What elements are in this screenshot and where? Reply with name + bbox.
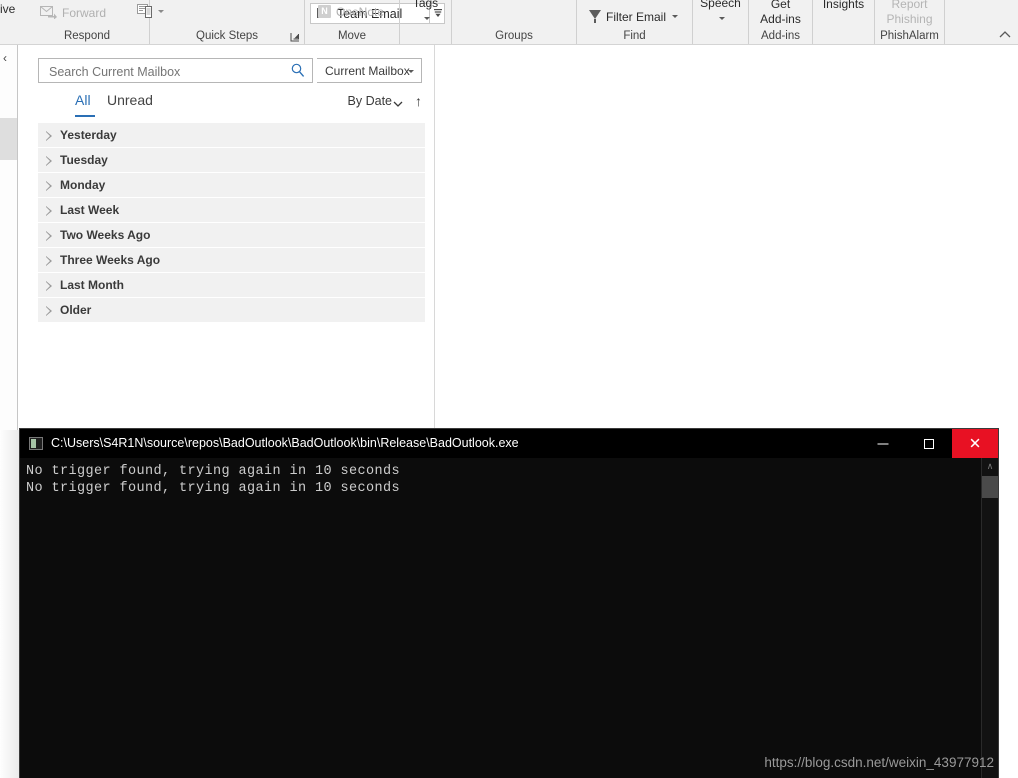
expand-triangle-inner-icon: [46, 257, 50, 265]
console-scrollbar-thumb[interactable]: [982, 476, 998, 498]
ribbon-group-move: N OneNote Move: [305, 0, 400, 44]
console-app-icon: [29, 437, 43, 450]
console-output-text: No trigger found, trying again in 10 sec…: [26, 464, 401, 496]
collapse-ribbon-icon[interactable]: [998, 28, 1012, 42]
console-title-text: C:\Users\S4R1N\source\repos\BadOutlook\B…: [51, 436, 519, 450]
search-input[interactable]: [47, 59, 281, 84]
date-group-label: Tuesday: [60, 153, 108, 167]
expand-triangle-inner-icon: [46, 282, 50, 290]
expand-triangle-inner-icon: [46, 182, 50, 190]
console-window: C:\Users\S4R1N\source\repos\BadOutlook\B…: [20, 429, 998, 778]
search-scope-caret-icon[interactable]: [408, 70, 414, 73]
folder-pane-vertical-tab[interactable]: [0, 118, 17, 160]
ribbon-group-find: Filter Email Find: [577, 0, 693, 44]
date-group-label: Older: [60, 303, 92, 317]
ribbon-group-respond: Forward Respond: [25, 0, 164, 44]
reading-pane: [436, 45, 1018, 430]
forward-icon: [40, 6, 57, 19]
date-group-row[interactable]: Older: [38, 298, 425, 323]
filter-email-funnel-stem-icon: [594, 19, 596, 23]
get-addins-button-line2[interactable]: Add-ins: [749, 12, 812, 27]
sort-caret-icon[interactable]: [393, 101, 403, 108]
ribbon-group-label-phishalarm: PhishAlarm: [880, 30, 939, 42]
close-icon: ✕: [968, 434, 982, 452]
forward-button-label[interactable]: Forward: [62, 6, 106, 20]
ribbon-group-insights: Insights: [813, 0, 875, 44]
message-list-pane: Current Mailbox All Unread By Date ↑ Yes…: [19, 45, 435, 430]
get-addins-button-line1[interactable]: Get: [749, 0, 812, 12]
ribbon-group-label-quick-steps: Quick Steps: [196, 30, 258, 42]
search-scope-label: Current Mailbox: [325, 64, 410, 78]
insights-button-label[interactable]: Insights: [813, 0, 874, 12]
filter-tab-all[interactable]: All: [75, 92, 91, 108]
maximize-icon: [924, 438, 934, 449]
maximize-button[interactable]: [906, 429, 952, 458]
expand-folder-pane-icon[interactable]: ‹: [3, 52, 7, 64]
minimize-icon: [877, 443, 889, 444]
filter-tab-unread[interactable]: Unread: [107, 92, 153, 108]
date-group-row[interactable]: Tuesday: [38, 148, 425, 173]
filter-email-caret-icon[interactable]: [672, 15, 678, 18]
ribbon-group-speech: Speech: [693, 0, 749, 44]
date-group-row[interactable]: Last Month: [38, 273, 425, 298]
report-phishing-button-line2[interactable]: Phishing: [875, 12, 944, 27]
desktop-background-strip: [0, 430, 20, 778]
ribbon-group-label-move: Move: [337, 30, 367, 42]
message-filter-row: All Unread By Date ↑: [38, 92, 424, 118]
expand-triangle-inner-icon: [46, 132, 50, 140]
date-group-row[interactable]: Last Week: [38, 198, 425, 223]
date-group-row[interactable]: Two Weeks Ago: [38, 223, 425, 248]
speech-button-label[interactable]: Speech: [693, 0, 748, 11]
filter-email-funnel-icon: [589, 10, 601, 19]
ribbon-group-addins: Get Add-ins Add-ins: [749, 0, 813, 44]
expand-triangle-inner-icon: [46, 232, 50, 240]
filter-tab-active-underline: [75, 115, 95, 117]
date-group-row[interactable]: Monday: [38, 173, 425, 198]
onenote-icon: N: [318, 5, 331, 18]
ribbon-group-groups: Groups: [452, 0, 577, 44]
expand-triangle-inner-icon: [46, 207, 50, 215]
archive-button-clipped[interactable]: ive: [0, 2, 15, 16]
speech-caret-icon[interactable]: [719, 17, 725, 20]
date-group-row[interactable]: Yesterday: [38, 123, 425, 148]
ribbon-group-phishalarm: Report Phishing PhishAlarm: [875, 0, 945, 44]
console-title-bar[interactable]: C:\Users\S4R1N\source\repos\BadOutlook\B…: [20, 429, 998, 458]
ribbon-group-label-addins: Add-ins: [761, 30, 800, 42]
folder-pane-collapsed[interactable]: ‹: [0, 45, 18, 430]
date-group-label: Two Weeks Ago: [60, 228, 151, 242]
date-group-label: Yesterday: [60, 128, 117, 142]
search-icon[interactable]: [291, 63, 305, 78]
date-group-label: Three Weeks Ago: [60, 253, 161, 267]
minimize-button[interactable]: [860, 429, 906, 458]
ribbon-group-label-respond: Respond: [63, 30, 111, 42]
report-phishing-button-line1[interactable]: Report: [875, 0, 944, 12]
filter-email-button-label[interactable]: Filter Email: [606, 10, 666, 24]
tags-caret-icon[interactable]: [424, 17, 430, 20]
scroll-up-icon[interactable]: ∧: [982, 458, 998, 475]
expand-triangle-inner-icon: [46, 307, 50, 315]
date-group-row[interactable]: Three Weeks Ago: [38, 248, 425, 273]
date-group-list: Yesterday Tuesday Monday Last Week Two W…: [38, 123, 425, 323]
watermark-url: https://blog.csdn.net/weixin_43977912: [764, 755, 994, 770]
console-scrollbar[interactable]: ∧: [981, 458, 998, 778]
ribbon-group-quick-steps: Team Email Quick Steps: [150, 0, 445, 44]
tags-button-label[interactable]: Tags: [400, 0, 451, 11]
sort-direction-icon[interactable]: ↑: [415, 92, 422, 110]
date-group-label: Last Week: [60, 203, 120, 217]
ribbon-group-tags: Tags: [400, 0, 452, 44]
ribbon-group-label-groups: Groups: [495, 30, 533, 42]
date-group-label: Last Month: [60, 278, 124, 292]
ribbon-group-label-find: Find: [623, 30, 646, 42]
console-output-area[interactable]: No trigger found, trying again in 10 sec…: [20, 458, 981, 778]
search-box[interactable]: [38, 58, 313, 84]
search-scope-dropdown[interactable]: Current Mailbox: [317, 58, 422, 83]
outlook-ribbon: ive Forward Respond Team Email Quick Ste…: [0, 0, 1018, 45]
expand-triangle-inner-icon: [46, 157, 50, 165]
date-group-label: Monday: [60, 178, 106, 192]
close-button[interactable]: ✕: [952, 429, 998, 458]
sort-by-label[interactable]: By Date: [348, 94, 392, 108]
onenote-button-label[interactable]: OneNote: [336, 5, 384, 19]
